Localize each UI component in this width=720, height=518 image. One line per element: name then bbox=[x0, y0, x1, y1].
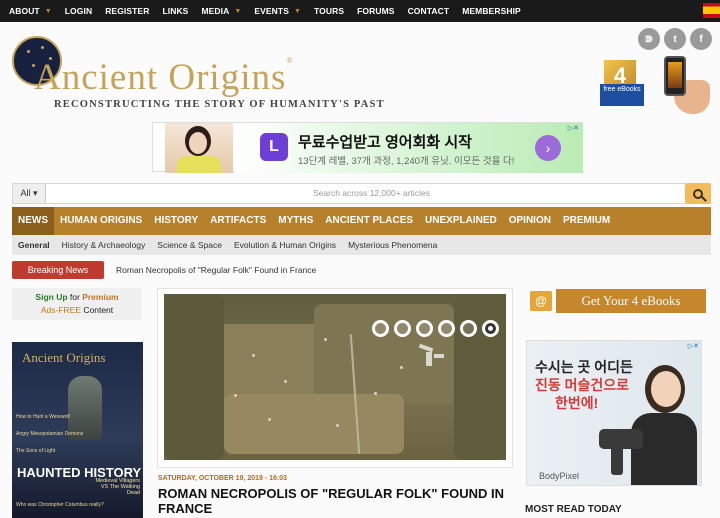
logo-tagline: Reconstructing the story of humanity's p… bbox=[54, 99, 385, 110]
dropdown-caret-icon: ▼ bbox=[293, 7, 302, 15]
search-scope-select[interactable]: All ▾ bbox=[13, 184, 46, 203]
menu-item-tours[interactable]: TOURS bbox=[314, 6, 344, 16]
menu-item-contact[interactable]: CONTACT bbox=[408, 6, 450, 16]
top-menu-bar: ABOUT ▼ LOGIN REGISTER LINKS MEDIA ▼ EVENT… bbox=[0, 0, 720, 22]
sub-navigation: General History & Archaeology Science & … bbox=[12, 235, 711, 255]
slideshow-indicators bbox=[372, 320, 499, 337]
site-logo[interactable]: Ancient Origins® Reconstructing the stor… bbox=[12, 36, 384, 116]
ad-brand-logo: L bbox=[260, 133, 288, 161]
ad-brand: BodyPixel bbox=[539, 471, 580, 481]
social-links: ⋑ t f bbox=[638, 28, 712, 50]
search-bar: All ▾ Search across 12,000+ articles bbox=[12, 183, 711, 204]
nav-ancient-places[interactable]: ANCIENT PLACES bbox=[319, 207, 419, 235]
ad-model-image bbox=[165, 123, 233, 173]
ad-arrow-icon[interactable]: › bbox=[535, 135, 561, 161]
sidebar-ad[interactable]: 수시는 곳 어디든 진동 머슬건으로 한번에! BodyPixel ▷✕ bbox=[526, 340, 702, 486]
search-icon bbox=[693, 188, 703, 199]
nav-premium[interactable]: PREMIUM bbox=[557, 207, 616, 235]
menu-item-forums[interactable]: FORUMS bbox=[357, 6, 394, 16]
article-title[interactable]: ROMAN NECROPOLIS OF "REGULAR FOLK" FOUND… bbox=[158, 486, 513, 516]
subnav-general[interactable]: General bbox=[12, 240, 56, 250]
main-navigation: NEWS HUMAN ORIGINS HISTORY ARTIFACTS MYT… bbox=[12, 207, 711, 235]
slide-dot-3[interactable] bbox=[416, 320, 433, 337]
rss-icon[interactable]: ⋑ bbox=[638, 28, 660, 50]
subnav-history-archaeology[interactable]: History & Archaeology bbox=[56, 240, 152, 250]
article-date: SATURDAY, OCTOBER 19, 2019 - 16:03 bbox=[158, 475, 288, 482]
nav-history[interactable]: HISTORY bbox=[148, 207, 204, 235]
search-button[interactable] bbox=[685, 183, 711, 204]
menu-item-login[interactable]: LOGIN bbox=[65, 6, 92, 16]
magazine-title: Ancient Origins bbox=[22, 350, 106, 365]
menu-item-membership[interactable]: MEMBERSHIP bbox=[462, 6, 521, 16]
subnav-evolution-human-origins[interactable]: Evolution & Human Origins bbox=[228, 240, 342, 250]
ad-headline: 무료수업받고 영어회화 시작 bbox=[298, 134, 472, 151]
subnav-mysterious-phenomena[interactable]: Mysterious Phenomena bbox=[342, 240, 443, 250]
top-banner-ad[interactable]: L 무료수업받고 영어회화 시작 13단계 레벨, 37개 과정, 1,240개… bbox=[152, 122, 583, 173]
slide-dot-1[interactable] bbox=[372, 320, 389, 337]
subnav-science-space[interactable]: Science & Space bbox=[151, 240, 228, 250]
facebook-icon[interactable]: f bbox=[690, 28, 712, 50]
menu-item-events[interactable]: EVENTS ▼ bbox=[254, 6, 301, 16]
menu-item-links[interactable]: LINKS bbox=[162, 6, 188, 16]
nav-opinion[interactable]: OPINION bbox=[503, 207, 557, 235]
slide-dot-2[interactable] bbox=[394, 320, 411, 337]
logo-wordmark: Ancient Origins® bbox=[34, 56, 294, 98]
adchoices-icon[interactable]: ▷✕ bbox=[561, 124, 579, 132]
premium-signup-box[interactable]: Sign Up for Premium Ads-FREE Content bbox=[12, 288, 142, 320]
ebook-badge-text: free eBooks bbox=[600, 84, 644, 106]
most-read-heading: MOST READ TODAY bbox=[525, 504, 622, 515]
spain-flag-icon[interactable] bbox=[703, 3, 720, 18]
menu-item-about[interactable]: ABOUT ▼ bbox=[9, 6, 52, 16]
search-input[interactable]: Search across 12,000+ articles bbox=[313, 184, 430, 203]
breaking-news-label: Breaking News bbox=[12, 261, 104, 279]
article-photo-aerial-excavation[interactable] bbox=[164, 294, 506, 460]
email-icon: @ bbox=[530, 291, 552, 311]
nav-artifacts[interactable]: ARTIFACTS bbox=[204, 207, 272, 235]
get-ebooks-banner[interactable]: @ Get Your 4 eBooks bbox=[530, 289, 706, 315]
adchoices-icon[interactable]: ▷✕ bbox=[688, 342, 699, 350]
signup-link[interactable]: Sign Up bbox=[35, 292, 67, 302]
twitter-icon[interactable]: t bbox=[664, 28, 686, 50]
premium-link[interactable]: Premium bbox=[82, 292, 118, 302]
menu-item-media[interactable]: MEDIA ▼ bbox=[201, 6, 241, 16]
slide-dot-4[interactable] bbox=[438, 320, 455, 337]
page-content: Ancient Origins® Reconstructing the stor… bbox=[0, 22, 720, 518]
free-ebooks-badge[interactable]: 4 free eBooks bbox=[600, 60, 644, 108]
magazine-cover[interactable]: Ancient Origins How to Hunt a Werewolf A… bbox=[12, 342, 143, 518]
get-ebooks-text: Get Your 4 eBooks bbox=[556, 289, 706, 313]
nav-unexplained[interactable]: UNEXPLAINED bbox=[419, 207, 503, 235]
dropdown-caret-icon: ▼ bbox=[44, 7, 52, 15]
slide-dot-5[interactable] bbox=[460, 320, 477, 337]
slide-dot-6-active[interactable] bbox=[482, 320, 499, 337]
phone-image[interactable] bbox=[664, 56, 686, 96]
nav-news[interactable]: NEWS bbox=[12, 207, 54, 235]
menu-item-register[interactable]: REGISTER bbox=[105, 6, 149, 16]
dropdown-caret-icon: ▼ bbox=[234, 7, 242, 15]
breaking-news-link[interactable]: Roman Necropolis of "Regular Folk" Found… bbox=[116, 261, 316, 279]
nav-human-origins[interactable]: HUMAN ORIGINS bbox=[54, 207, 148, 235]
nav-myths[interactable]: MYTHS bbox=[272, 207, 319, 235]
ad-subline: 13단계 레벨, 37개 과정, 1,240개 유닛. 이모든 것을 다! bbox=[298, 156, 515, 167]
